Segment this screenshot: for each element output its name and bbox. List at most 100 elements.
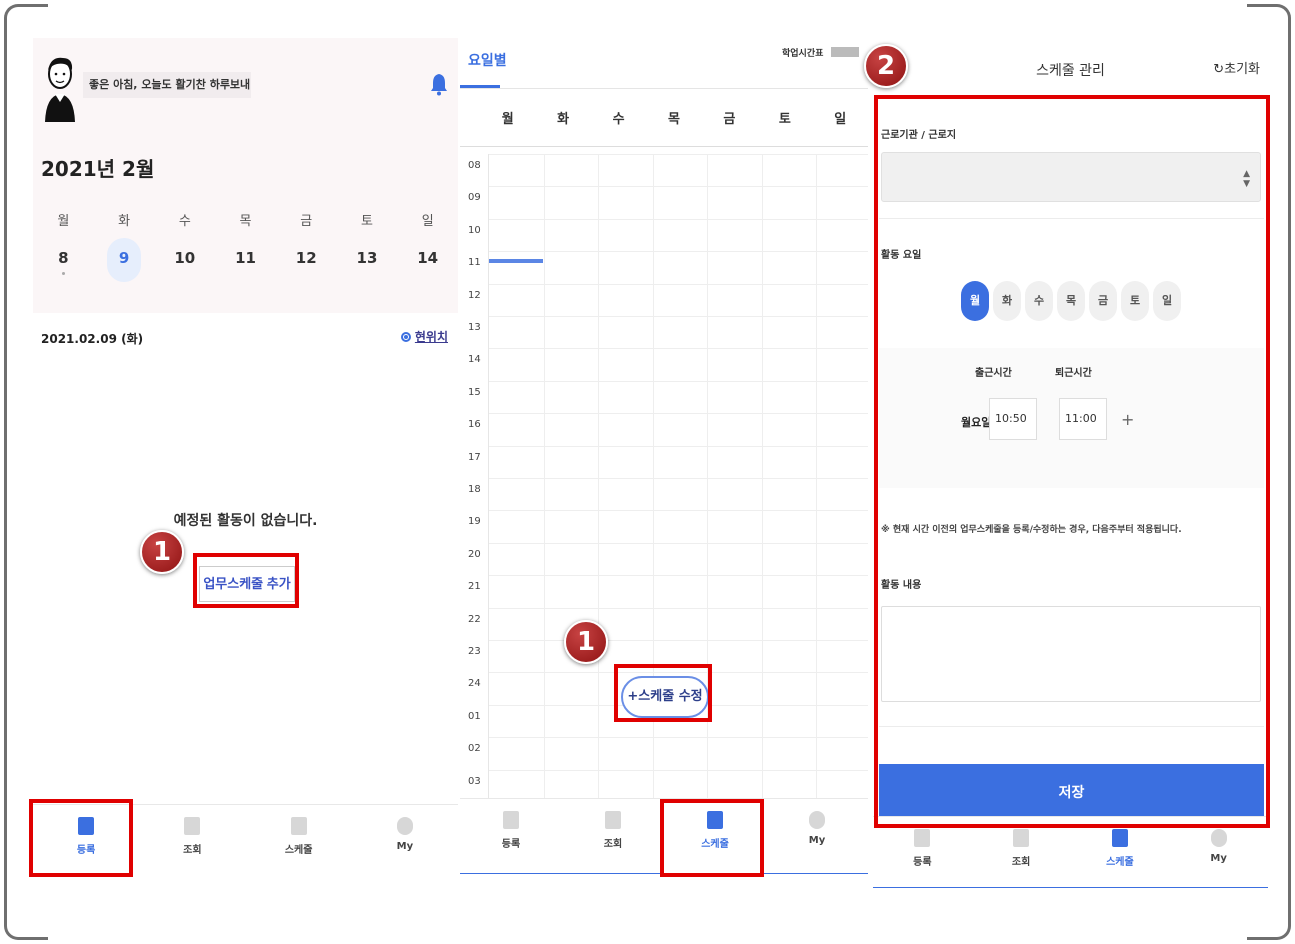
selected-date: 2021.02.09 (화) (41, 332, 144, 346)
grid-row-line (489, 510, 868, 512)
hour-label: 19 (468, 516, 481, 528)
hour-label: 12 (468, 289, 481, 301)
date-cell[interactable]: 14 (397, 240, 458, 280)
schedule-block[interactable] (489, 259, 543, 263)
search-doc-icon (184, 817, 201, 835)
weekly-schedule-screen: 요일별 학업시간표 월 화 수 목 금 토 일 08 09 10 11 12 13 14 15… (460, 38, 868, 874)
day-header: 화 (557, 112, 570, 127)
tab-lookup[interactable]: 조회 (139, 805, 245, 880)
date-cell-selected[interactable]: 9 (94, 238, 155, 282)
checklist-icon (503, 811, 519, 829)
hour-label: 11 (468, 257, 481, 269)
grid-row-line (489, 316, 868, 317)
hour-label: 21 (468, 581, 481, 593)
grid-row-line (489, 542, 868, 544)
calendar-icon (290, 817, 307, 835)
hour-label: 18 (468, 484, 481, 495)
day-header-row: 월 화 수 목 금 토 일 (480, 108, 868, 127)
grid-row-line (489, 251, 868, 253)
tab-schedule[interactable]: 스케줄 (246, 805, 352, 880)
highlight-schedule-form (874, 95, 1270, 828)
weekday-label: 수 (178, 214, 191, 229)
page-title: 스케줄 관리 (1036, 63, 1105, 79)
day-header: 수 (612, 112, 625, 127)
current-location-link[interactable]: 현위치 (400, 328, 448, 345)
frame-right-edge (1288, 32, 1291, 912)
day-header: 금 (723, 112, 736, 127)
grid-row-line (489, 154, 868, 155)
grid-row-line (489, 607, 868, 609)
hour-label: 08 (468, 160, 481, 171)
legend-swatch (831, 47, 860, 57)
home-screen: 좋은 아침, 오늘도 활기찬 하루보내 2021년 2월 월 화 수 목 금 토… (33, 38, 458, 880)
grid-row-line (489, 348, 868, 350)
grid-row-line (489, 478, 868, 479)
date-cell[interactable]: 13 (337, 240, 398, 280)
step-badge-1: 1 (140, 530, 184, 574)
calendar-header: 좋은 아침, 오늘도 활기찬 하루보내 2021년 2월 월 화 수 목 금 토… (33, 38, 458, 313)
grid-row-line (489, 186, 868, 188)
weekday-label: 목 (239, 214, 252, 229)
checklist-icon (914, 829, 931, 847)
date-cell[interactable]: 8 (33, 240, 94, 280)
frame-corner-bottom-right (1247, 906, 1291, 940)
day-header: 토 (778, 112, 791, 127)
calendar-icon (1111, 829, 1128, 847)
search-doc-icon (605, 811, 621, 829)
weekday-label: 화 (118, 214, 131, 229)
grid-row-line (489, 769, 868, 771)
weekday-label: 금 (300, 214, 313, 229)
hour-label: 16 (468, 419, 481, 431)
greeting-text: 좋은 아침, 오늘도 활기찬 하루보내 (83, 72, 251, 98)
search-doc-icon (1013, 829, 1030, 847)
day-header: 일 (834, 112, 847, 127)
avatar-icon (45, 57, 75, 122)
date-cell[interactable]: 10 (154, 240, 215, 280)
highlight-edit-schedule (614, 664, 712, 722)
frame-left-edge (4, 32, 7, 912)
highlight-add-schedule (193, 553, 299, 608)
date-cell[interactable]: 11 (215, 240, 276, 280)
user-icon (396, 817, 413, 835)
hour-label: 23 (468, 646, 481, 657)
hour-label: 14 (468, 354, 481, 366)
grid-row-line (489, 445, 868, 447)
refresh-icon: ↻ (1213, 62, 1225, 77)
day-header: 목 (667, 112, 680, 127)
hour-label: 24 (468, 678, 481, 690)
hour-label: 17 (468, 451, 481, 463)
user-icon (1210, 829, 1227, 847)
weekday-label: 월 (57, 214, 70, 229)
tab-by-weekday[interactable]: 요일별 (468, 50, 507, 70)
empty-schedule-message: 예정된 활동이 없습니다. (173, 513, 318, 529)
weekday-label: 토 (360, 214, 373, 229)
divider (460, 88, 868, 89)
grid-row-line (489, 640, 868, 641)
weekday-header-row: 월 화 수 목 금 토 일 (33, 210, 458, 229)
hour-label: 13 (468, 322, 481, 333)
highlight-schedule-tab (660, 799, 764, 877)
bell-icon[interactable] (430, 72, 448, 96)
tab-register[interactable]: 등록 (460, 799, 562, 874)
reset-button[interactable]: ↻초기화 (1213, 58, 1260, 77)
hour-label: 20 (468, 548, 481, 560)
grid-row-line (489, 737, 868, 739)
tab-my[interactable]: My (766, 799, 868, 874)
hour-label: 22 (468, 613, 481, 625)
location-icon (400, 332, 411, 342)
hour-label: 15 (468, 386, 481, 398)
divider (873, 887, 1268, 888)
step-badge-1: 1 (564, 620, 608, 664)
grid-row-line (489, 218, 868, 220)
day-header: 월 (501, 112, 514, 127)
date-cell[interactable]: 12 (276, 240, 337, 280)
divider (460, 146, 868, 147)
hour-label: 09 (468, 192, 481, 204)
frame-corner-top-left (4, 4, 48, 38)
hour-label: 01 (468, 710, 481, 722)
hour-label: 03 (468, 775, 481, 787)
frame-corner-bottom-left (4, 906, 48, 940)
tab-my[interactable]: My (352, 805, 458, 880)
user-icon (809, 811, 825, 829)
tab-lookup[interactable]: 조회 (562, 799, 664, 874)
